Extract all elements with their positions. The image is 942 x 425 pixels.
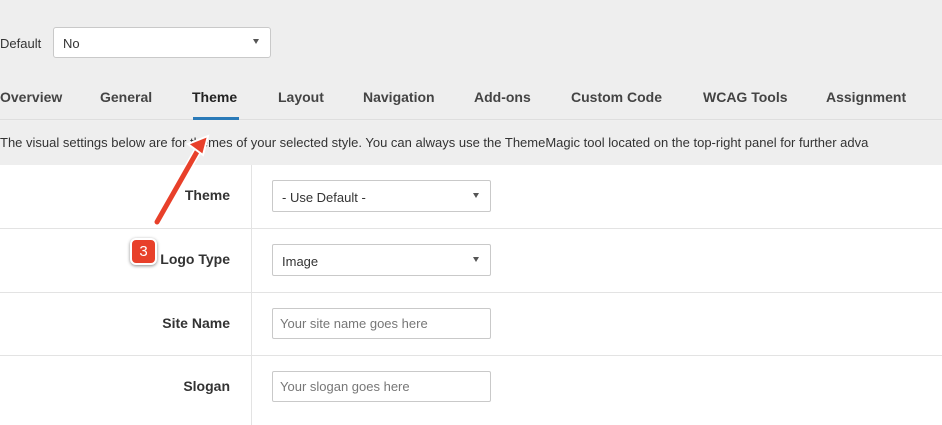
theme-row: Theme - Use Default - [0, 165, 942, 229]
tab-layout[interactable]: Layout [278, 89, 324, 105]
active-tab-indicator [193, 117, 239, 120]
default-select-value: No [63, 36, 80, 51]
theme-select-value: - Use Default - [282, 190, 366, 205]
site-name-input[interactable] [272, 308, 491, 339]
default-label: Default [0, 36, 42, 51]
info-text: The visual settings below are for themes… [0, 135, 869, 150]
tab-overview[interactable]: Overview [0, 89, 62, 105]
info-bar: The visual settings below are for themes… [0, 121, 942, 165]
tab-add-ons[interactable]: Add-ons [474, 89, 531, 105]
logo-type-select[interactable]: Image [272, 244, 491, 276]
tab-bar: Overview General Theme Layout Navigation… [0, 72, 942, 120]
theme-select[interactable]: - Use Default - [272, 180, 491, 212]
slogan-row: Slogan [0, 356, 942, 425]
tab-custom-code[interactable]: Custom Code [571, 89, 662, 105]
tab-navigation[interactable]: Navigation [363, 89, 435, 105]
site-name-label: Site Name [162, 315, 230, 331]
logo-type-select-value: Image [282, 254, 319, 269]
tab-general[interactable]: General [100, 89, 152, 105]
logo-type-label: Logo Type [160, 251, 230, 267]
tab-assignment[interactable]: Assignment [826, 89, 906, 105]
theme-settings-form: Theme - Use Default - Logo Type Image Si… [0, 165, 942, 425]
chevron-down-icon [253, 39, 259, 44]
site-name-row: Site Name [0, 293, 942, 356]
slogan-input[interactable] [272, 371, 491, 402]
default-select[interactable]: No [53, 27, 271, 58]
theme-label: Theme [184, 187, 230, 203]
chevron-down-icon [473, 257, 479, 262]
step-number-badge: 3 [130, 238, 157, 265]
slogan-label: Slogan [183, 378, 230, 394]
top-bar: Default No [0, 0, 942, 72]
tab-theme[interactable]: Theme [192, 89, 237, 105]
tab-wcag-tools[interactable]: WCAG Tools [703, 89, 788, 105]
chevron-down-icon [473, 193, 479, 198]
